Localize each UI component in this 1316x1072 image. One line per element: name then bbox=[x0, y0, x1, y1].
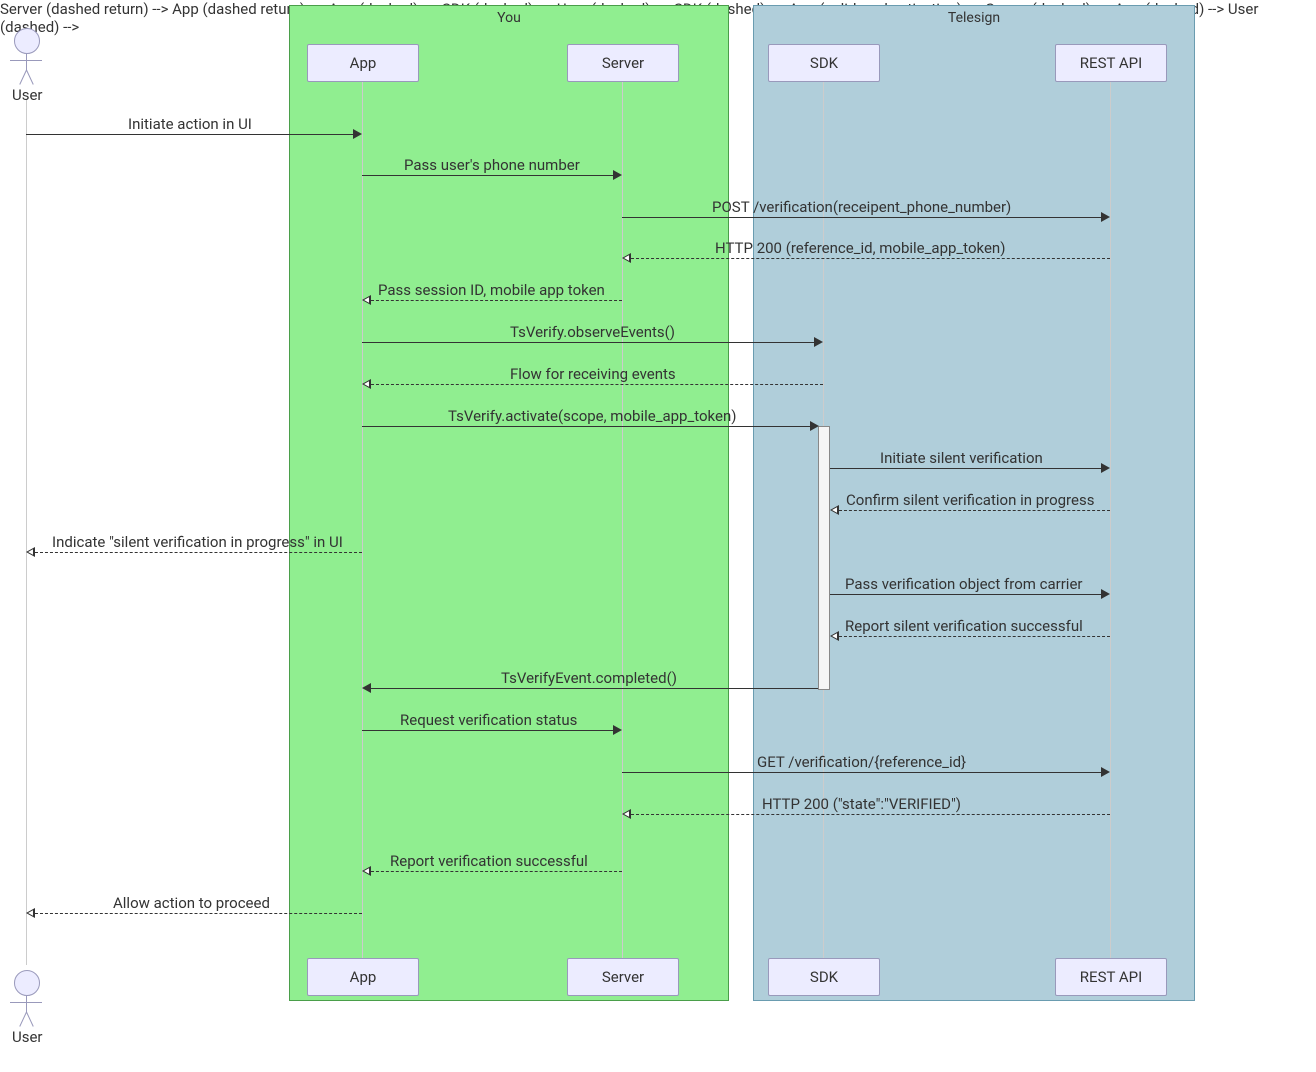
actor-user-body-top bbox=[26, 54, 27, 70]
actor-user-body-bot bbox=[26, 996, 27, 1012]
msg-m16-label: GET /verification/{reference_id} bbox=[757, 753, 966, 771]
msg-m2-head bbox=[613, 170, 622, 180]
participant-app-bot: App bbox=[307, 958, 419, 996]
msg-m19-arrow bbox=[35, 913, 362, 914]
msg-m14-arrow bbox=[371, 688, 818, 689]
participant-rest-top: REST API bbox=[1055, 44, 1167, 82]
actor-user-head-bot bbox=[14, 970, 40, 996]
msg-m15-label: Request verification status bbox=[400, 711, 577, 729]
actor-user-arms-top bbox=[10, 60, 42, 61]
lifeline-user bbox=[26, 100, 27, 965]
msg-m6-arrow bbox=[362, 342, 814, 343]
actor-user-legr-top bbox=[26, 70, 34, 85]
msg-m16-head bbox=[1101, 767, 1110, 777]
msg-m14-head bbox=[362, 683, 371, 693]
msg-m13-head bbox=[830, 631, 839, 641]
msg-m12-head bbox=[1101, 589, 1110, 599]
lifeline-app bbox=[362, 80, 363, 960]
msg-m10-arrow bbox=[839, 510, 1110, 511]
msg-m8-label: TsVerify.activate(scope, mobile_app_toke… bbox=[448, 407, 736, 425]
msg-m13-arrow bbox=[839, 636, 1110, 637]
participant-sdk-bot: SDK bbox=[768, 958, 880, 996]
group-telesign-title: Telesign bbox=[948, 10, 1000, 26]
msg-m18-head bbox=[362, 866, 371, 876]
msg-m5-label: Pass session ID, mobile app token bbox=[378, 281, 605, 299]
msg-m11-head bbox=[26, 547, 35, 557]
participant-server-top: Server bbox=[567, 44, 679, 82]
msg-m3-label: POST /verification(receipent_phone_numbe… bbox=[712, 198, 1011, 216]
actor-user-label-bot: User bbox=[12, 1028, 43, 1046]
msg-m1-head bbox=[353, 129, 362, 139]
lifeline-server bbox=[622, 80, 623, 960]
msg-m2-arrow bbox=[362, 175, 613, 176]
msg-m9-head bbox=[1101, 463, 1110, 473]
msg-m8-arrow bbox=[362, 426, 812, 427]
msg-m19-label: Allow action to proceed bbox=[113, 894, 270, 912]
msg-m17-arrow bbox=[631, 814, 1110, 815]
participant-sdk-top: SDK bbox=[768, 44, 880, 82]
msg-m16-arrow bbox=[622, 772, 1101, 773]
msg-m17-label: HTTP 200 ("state":"VERIFIED") bbox=[762, 795, 961, 813]
msg-m7-label: Flow for receiving events bbox=[510, 365, 676, 383]
actor-user-head-top bbox=[14, 28, 40, 54]
msg-m12-label: Pass verification object from carrier bbox=[845, 575, 1082, 593]
msg-m3-head bbox=[1101, 212, 1110, 222]
msg-m4-head bbox=[622, 253, 631, 263]
msg-m1-arrow bbox=[26, 134, 353, 135]
msg-m2-label: Pass user's phone number bbox=[404, 156, 580, 174]
actor-user-legl-bot bbox=[19, 1012, 27, 1027]
msg-m14-label: TsVerifyEvent.completed() bbox=[501, 669, 677, 687]
lifeline-rest bbox=[1110, 80, 1111, 960]
group-you-title: You bbox=[497, 10, 521, 26]
msg-m4-arrow bbox=[631, 258, 1110, 259]
msg-m8-head bbox=[810, 421, 819, 431]
msg-m13-label: Report silent verification successful bbox=[845, 617, 1083, 635]
msg-m11-arrow bbox=[35, 552, 362, 553]
activation-sdk bbox=[818, 426, 830, 690]
msg-m10-label: Confirm silent verification in progress bbox=[846, 491, 1094, 509]
msg-m17-head bbox=[622, 809, 631, 819]
msg-m3-arrow bbox=[622, 217, 1101, 218]
msg-m5-arrow bbox=[371, 300, 622, 301]
participant-app-top: App bbox=[307, 44, 419, 82]
participant-server-bot: Server bbox=[567, 958, 679, 996]
msg-m12-arrow bbox=[830, 594, 1101, 595]
msg-m4-label: HTTP 200 (reference_id, mobile_app_token… bbox=[715, 239, 1005, 257]
actor-user-arms-bot bbox=[10, 1002, 42, 1003]
actor-user-legr-bot bbox=[26, 1012, 34, 1027]
msg-m10-head bbox=[830, 505, 839, 515]
msg-m6-label: TsVerify.observeEvents() bbox=[510, 323, 675, 341]
msg-m7-head bbox=[362, 379, 371, 389]
msg-m5-head bbox=[362, 295, 371, 305]
msg-m9-arrow bbox=[830, 468, 1101, 469]
actor-user-legl-top bbox=[19, 70, 27, 85]
msg-m18-label: Report verification successful bbox=[390, 852, 588, 870]
participant-rest-bot: REST API bbox=[1055, 958, 1167, 996]
msg-m19-head bbox=[26, 908, 35, 918]
msg-m15-arrow bbox=[362, 730, 613, 731]
msg-m6-head bbox=[814, 337, 823, 347]
msg-m15-head bbox=[613, 725, 622, 735]
msg-m18-arrow bbox=[371, 871, 622, 872]
actor-user-label-top: User bbox=[12, 86, 43, 104]
msg-m1-label: Initiate action in UI bbox=[128, 115, 252, 133]
msg-m9-label: Initiate silent verification bbox=[880, 449, 1043, 467]
msg-m11-label: Indicate "silent verification in progres… bbox=[52, 533, 343, 551]
msg-m7-arrow bbox=[371, 384, 823, 385]
